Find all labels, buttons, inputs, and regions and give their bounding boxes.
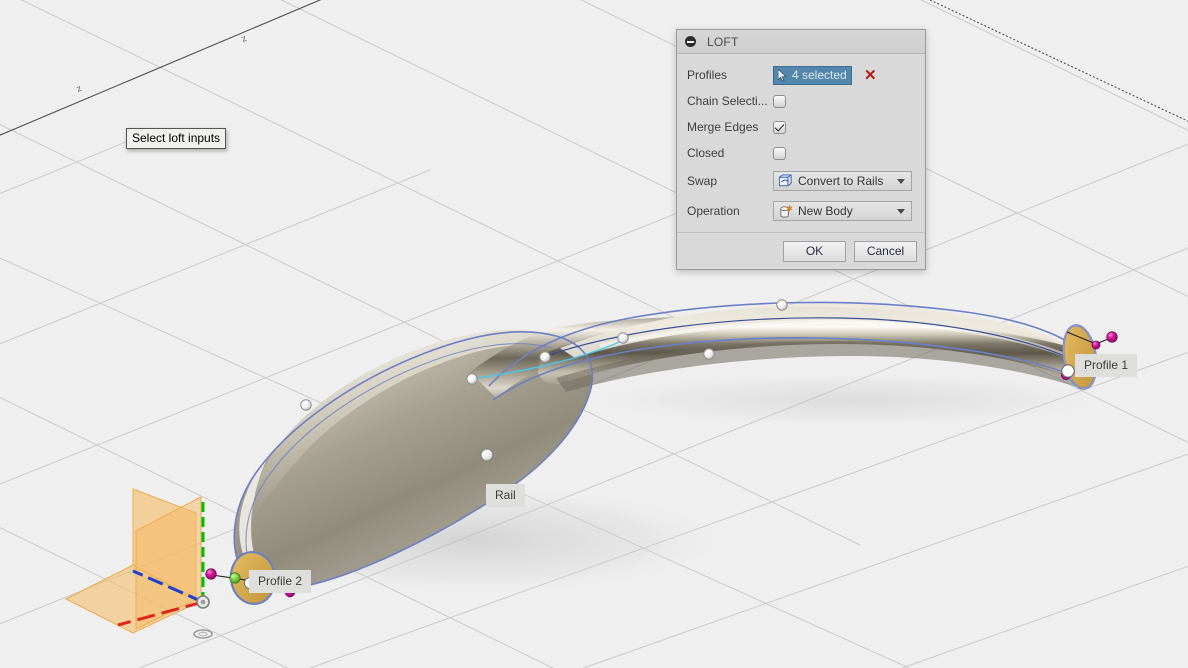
profile2-handle-green [229, 572, 241, 584]
collapse-minus-icon[interactable] [685, 36, 696, 47]
swap-label: Swap [687, 174, 718, 188]
operation-dropdown[interactable]: New Body [773, 201, 912, 221]
profile1-handle-magenta-a [1106, 331, 1118, 343]
row-closed: Closed [677, 140, 925, 166]
row-chain-selection: Chain Selecti... [677, 88, 925, 114]
wireframe-box-icon [778, 173, 792, 186]
profile-2-label[interactable]: Profile 2 [249, 570, 312, 593]
profiles-label: Profiles [687, 68, 728, 82]
cancel-button[interactable]: Cancel [854, 240, 917, 262]
profile1-handle-magenta-b [1091, 340, 1101, 350]
dialog-title-text: LOFT [707, 34, 739, 49]
row-operation: Operation New Body [677, 196, 925, 226]
merge-edges-checkbox[interactable] [773, 120, 786, 134]
loft-dialog[interactable]: LOFT Profiles 4 selected ✕ Chain Selecti… [676, 29, 926, 270]
cursor-arrow-icon [778, 68, 787, 82]
closed-label: Closed [687, 146, 725, 160]
profiles-selection-count: 4 selected [792, 68, 847, 82]
profile1-anchor-point [1061, 364, 1075, 378]
profile-1-label[interactable]: Profile 1 [1075, 354, 1138, 377]
chain-selection-checkbox[interactable] [773, 94, 786, 108]
chain-selection-label: Chain Selecti... [687, 94, 768, 108]
clear-selection-x-icon[interactable]: ✕ [864, 68, 877, 83]
dialog-footer: OK Cancel [677, 232, 925, 269]
operation-value: New Body [798, 204, 853, 218]
grid-origin-marker [193, 629, 213, 639]
dialog-body: Profiles 4 selected ✕ Chain Selecti... M… [677, 54, 925, 232]
swap-dropdown[interactable]: Convert to Rails [773, 171, 912, 191]
closed-checkbox[interactable] [773, 146, 786, 160]
profile2-handle-magenta-left [205, 568, 217, 580]
row-swap: Swap Convert to Rails [677, 166, 925, 196]
origin-construction-planes [64, 488, 203, 634]
svg-text:z: z [240, 33, 248, 44]
cursor-tooltip: Select loft inputs [126, 128, 227, 149]
rail-label[interactable]: Rail [486, 484, 525, 507]
chevron-down-icon [897, 208, 905, 214]
ok-button[interactable]: OK [783, 240, 846, 262]
new-body-cylinder-icon [780, 204, 793, 218]
row-profiles: Profiles 4 selected ✕ [677, 62, 925, 88]
dialog-title-bar[interactable]: LOFT [677, 30, 925, 54]
handle-shadow [590, 372, 1110, 428]
3d-viewport[interactable]: z z Profile 1 Profile 2 Rail Select loft… [0, 0, 1188, 668]
operation-label: Operation [687, 204, 740, 218]
profiles-selection-button[interactable]: 4 selected [773, 65, 852, 85]
grid-axis-markers: z z [75, 33, 248, 94]
row-merge-edges: Merge Edges [677, 114, 925, 140]
swap-value: Convert to Rails [798, 174, 884, 188]
svg-text:z: z [75, 83, 83, 94]
merge-edges-label: Merge Edges [687, 120, 759, 134]
chevron-down-icon [897, 178, 905, 184]
